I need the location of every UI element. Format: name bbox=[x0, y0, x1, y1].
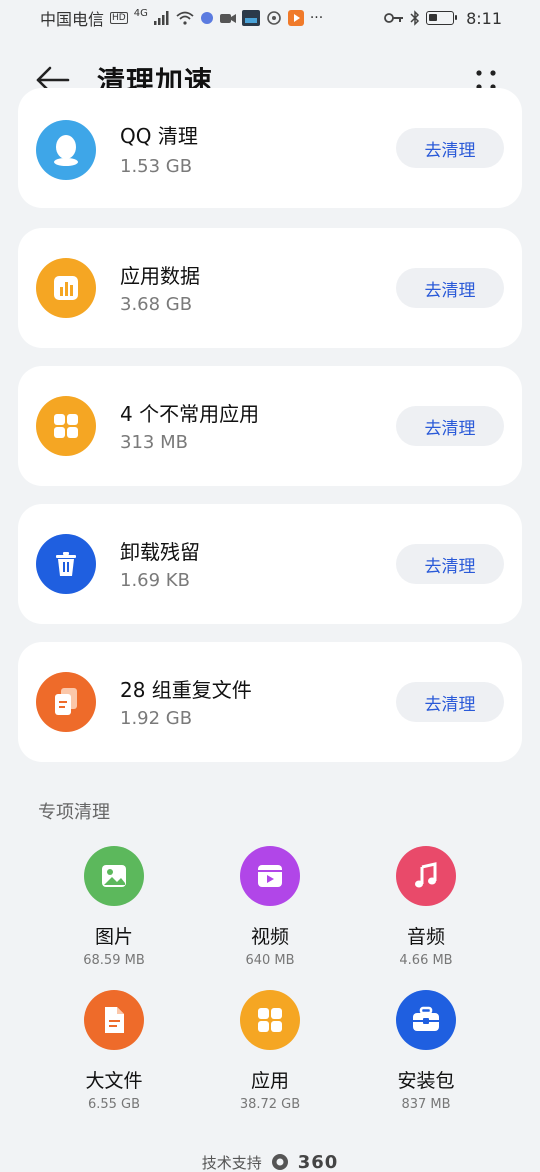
clean-button[interactable]: 去清理 bbox=[396, 682, 504, 722]
card-title: 28 组重复文件 bbox=[120, 678, 252, 702]
special-item-size: 837 MB bbox=[401, 1097, 451, 1112]
card-app-data: 应用数据 3.68 GB 去清理 bbox=[18, 228, 522, 348]
file-icon bbox=[84, 990, 144, 1050]
special-item-label: 视频 bbox=[250, 926, 289, 948]
special-item-size: 68.59 MB bbox=[83, 953, 145, 968]
game-app-icon bbox=[241, 10, 260, 26]
card-size: 1.92 GB bbox=[120, 708, 193, 729]
clean-button[interactable]: 去清理 bbox=[396, 128, 504, 168]
clean-button[interactable]: 去清理 bbox=[396, 268, 504, 308]
footer: 技术支持 360 bbox=[0, 1152, 540, 1172]
brand-360: 360 bbox=[297, 1151, 339, 1172]
card-size: 313 MB bbox=[120, 432, 188, 453]
special-item-size: 640 MB bbox=[245, 953, 295, 968]
qq-icon bbox=[36, 120, 96, 180]
card-duplicate-files: 28 组重复文件 1.92 GB 去清理 bbox=[18, 642, 522, 762]
hd-badge: HD bbox=[110, 12, 128, 24]
camera-icon bbox=[219, 12, 236, 24]
status-bar: 中国电信 HD 4G ··· 8:11 bbox=[0, 0, 540, 36]
battery-icon bbox=[426, 11, 458, 25]
card-title: 4 个不常用应用 bbox=[120, 402, 260, 426]
network-type: 4G bbox=[133, 7, 148, 19]
special-item-videos[interactable]: 视频 640 MB bbox=[192, 846, 348, 976]
special-item-label: 图片 bbox=[94, 926, 133, 948]
card-size: 3.68 GB bbox=[120, 294, 193, 315]
special-item-size: 4.66 MB bbox=[399, 953, 453, 968]
trash-icon bbox=[36, 534, 96, 594]
apps-grid-icon bbox=[240, 990, 300, 1050]
special-item-size: 6.55 GB bbox=[87, 1097, 141, 1112]
special-item-label: 音频 bbox=[406, 926, 445, 948]
wifi-icon bbox=[176, 11, 194, 25]
special-item-audio[interactable]: 音频 4.66 MB bbox=[348, 846, 504, 976]
image-icon bbox=[84, 846, 144, 906]
360-logo-icon bbox=[270, 1153, 290, 1171]
clean-button[interactable]: 去清理 bbox=[396, 544, 504, 584]
card-unused-apps: 4 个不常用应用 313 MB 去清理 bbox=[18, 366, 522, 486]
special-item-images[interactable]: 图片 68.59 MB bbox=[36, 846, 192, 976]
key-icon bbox=[384, 12, 404, 24]
card-uninstall-residue: 卸载残留 1.69 KB 去清理 bbox=[18, 504, 522, 624]
special-item-size: 38.72 GB bbox=[239, 1097, 301, 1112]
music-app-icon bbox=[200, 11, 214, 25]
duplicate-files-icon bbox=[36, 672, 96, 732]
clock: 8:11 bbox=[466, 8, 502, 28]
special-section-title: 专项清理 bbox=[38, 802, 110, 823]
bar-chart-icon bbox=[36, 258, 96, 318]
apps-grid-icon bbox=[36, 396, 96, 456]
signal-icon bbox=[153, 11, 170, 25]
bluetooth-icon bbox=[410, 10, 420, 26]
package-icon bbox=[396, 990, 456, 1050]
video-icon bbox=[240, 846, 300, 906]
special-item-label: 应用 bbox=[250, 1070, 289, 1092]
card-size: 1.69 KB bbox=[120, 570, 190, 591]
clean-button[interactable]: 去清理 bbox=[396, 406, 504, 446]
card-size: 1.53 GB bbox=[120, 156, 193, 177]
special-item-label: 安装包 bbox=[397, 1070, 455, 1092]
special-item-label: 大文件 bbox=[85, 1070, 143, 1092]
special-item-large-files[interactable]: 大文件 6.55 GB bbox=[36, 990, 192, 1120]
more-notifications-icon: ··· bbox=[309, 10, 324, 26]
carrier-label: 中国电信 bbox=[40, 10, 105, 29]
video-app-icon bbox=[287, 10, 304, 26]
special-item-apps[interactable]: 应用 38.72 GB bbox=[192, 990, 348, 1120]
card-qq-clean: QQ 清理 1.53 GB 去清理 bbox=[18, 88, 522, 208]
footer-text: 技术支持 bbox=[201, 1153, 262, 1172]
card-title: 应用数据 bbox=[120, 264, 200, 288]
special-item-packages[interactable]: 安装包 837 MB bbox=[348, 990, 504, 1120]
music-icon bbox=[396, 846, 456, 906]
card-title: 卸载残留 bbox=[120, 540, 200, 564]
card-title: QQ 清理 bbox=[120, 124, 198, 148]
hotspot-icon bbox=[266, 10, 282, 26]
